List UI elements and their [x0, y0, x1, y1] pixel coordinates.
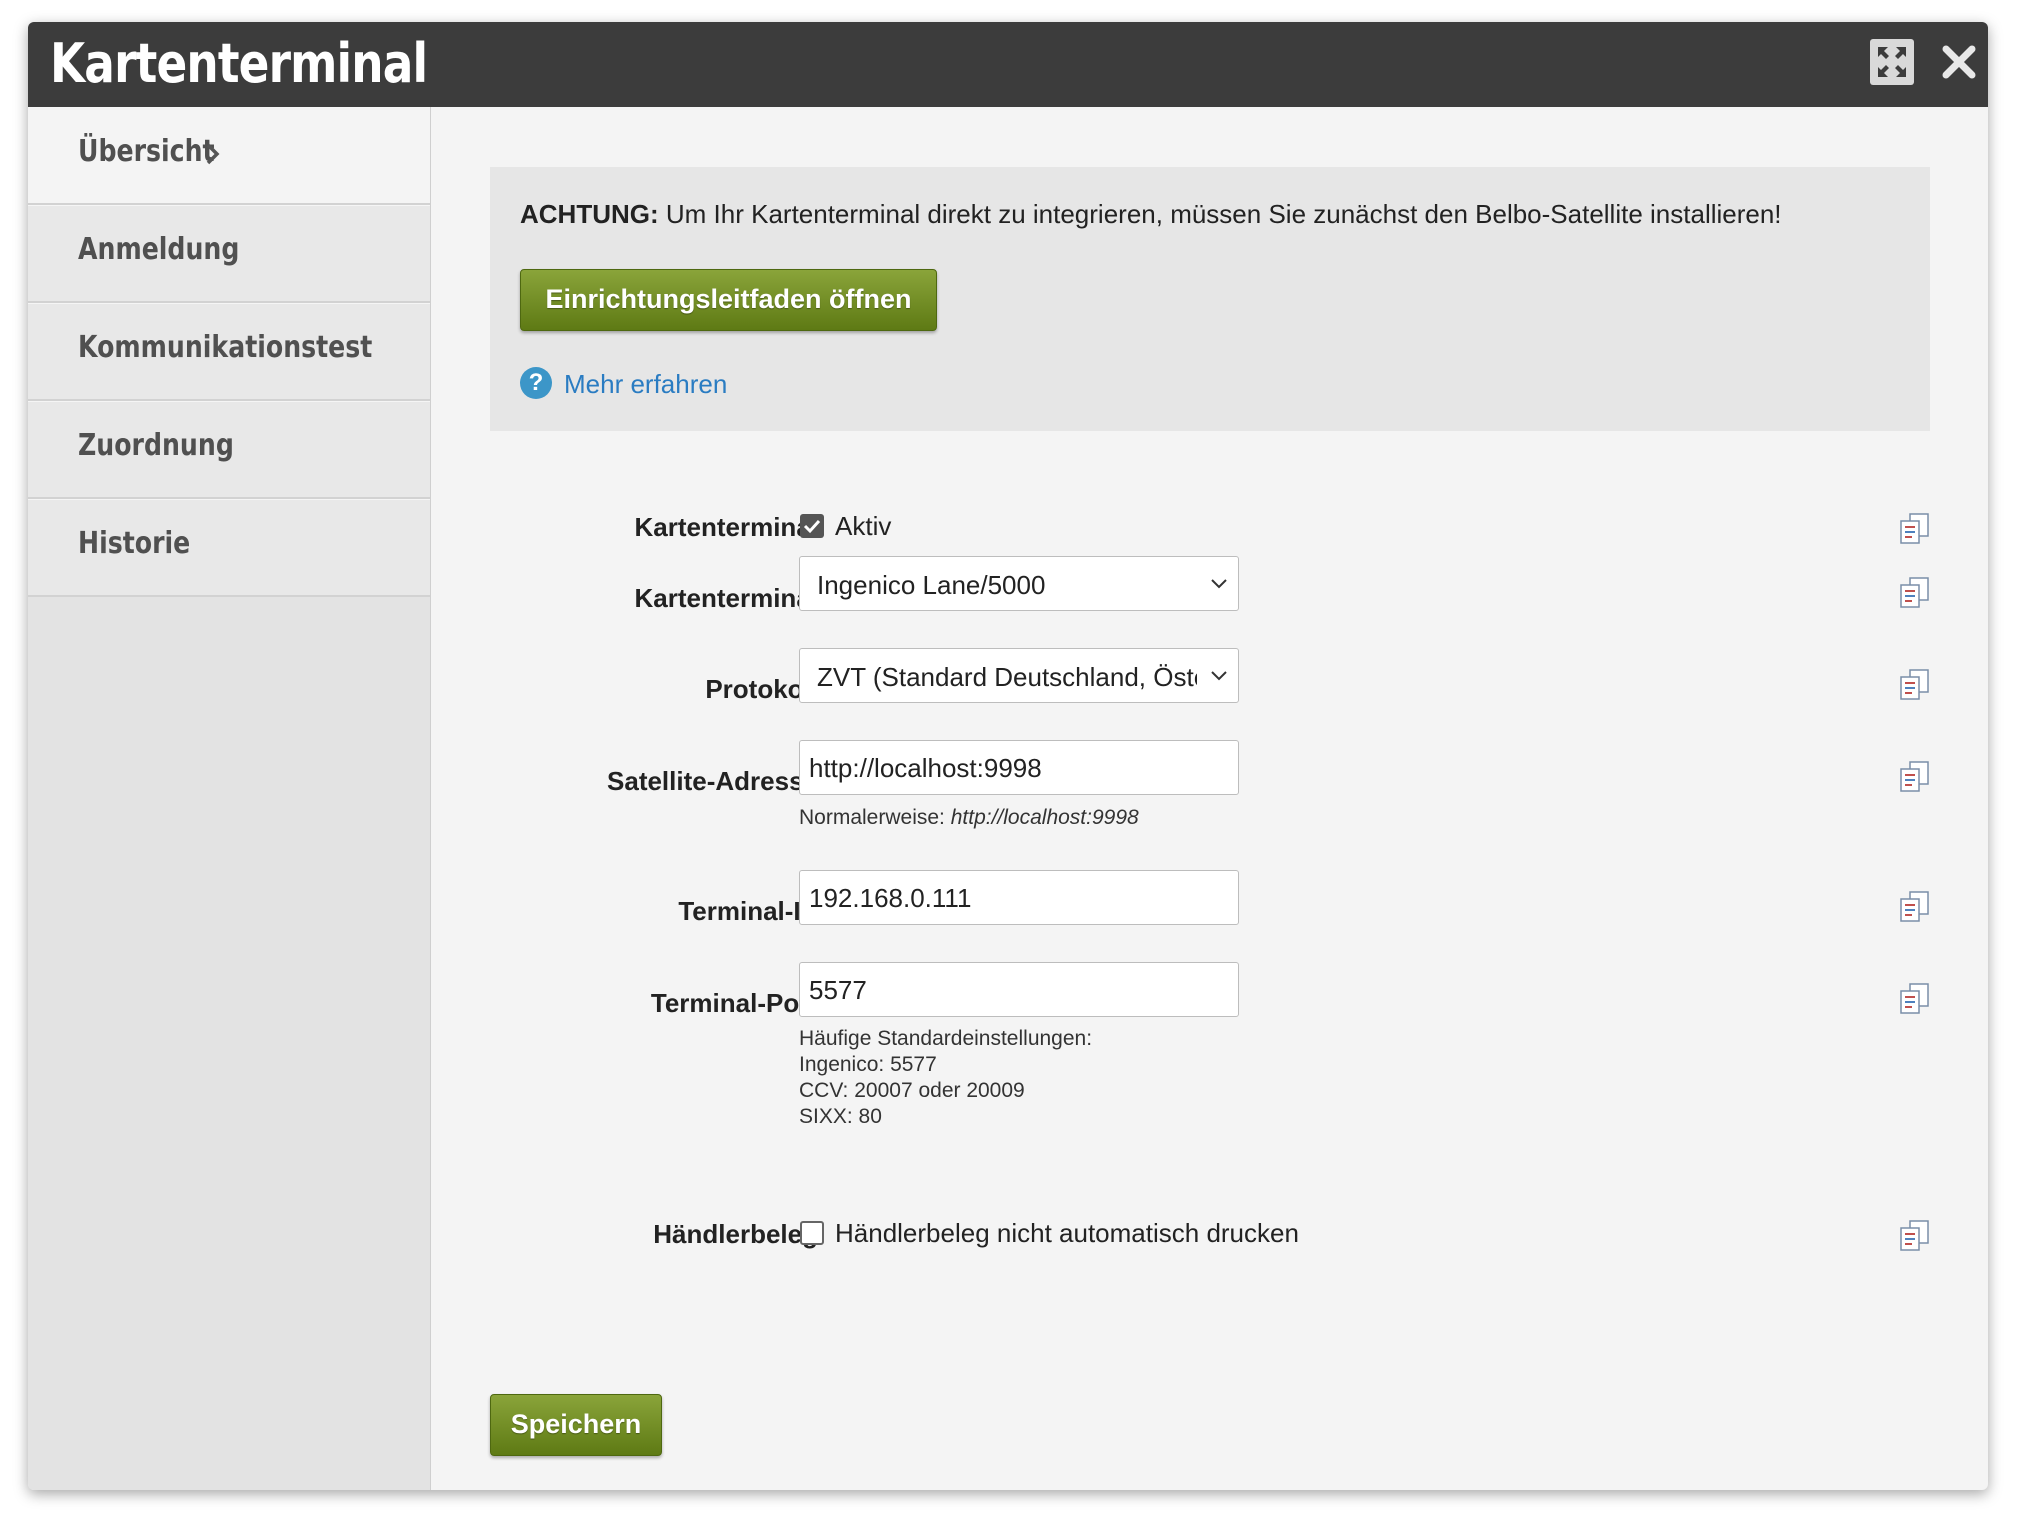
sidebar-item-anmeldung[interactable]: Anmeldung [28, 205, 430, 303]
terminal-ip-label: Terminal-IP [678, 896, 818, 926]
sidebar: Übersicht Anmeldung Kommunikationstest Z… [28, 107, 431, 1490]
save-button[interactable]: Speichern [490, 1394, 662, 1456]
copy-settings-icon[interactable] [1898, 576, 1932, 610]
notice-box: ACHTUNG: Um Ihr Kartenterminal direkt zu… [490, 167, 1930, 431]
help-icon: ? [520, 367, 552, 399]
notice-message: Um Ihr Kartenterminal direkt zu integrie… [658, 199, 1782, 229]
maximize-icon [1878, 47, 1906, 77]
merchant-receipt-checkbox[interactable] [800, 1221, 824, 1245]
sidebar-item-kommunikationstest[interactable]: Kommunikationstest [28, 303, 430, 401]
sidebar-item-historie[interactable]: Historie [28, 499, 430, 597]
terminal-port-label: Terminal-Port [650, 988, 818, 1018]
merchant-receipt-label: Händlerbeleg [653, 1219, 818, 1249]
terminal-port-input[interactable]: 5577 [799, 962, 1239, 1017]
active-label: Kartenterminal [634, 512, 819, 542]
sidebar-item-label: Übersicht [78, 134, 215, 169]
satellite-address-value: http://localhost:9998 [809, 753, 1042, 783]
sidebar-item-uebersicht[interactable]: Übersicht [28, 107, 430, 205]
active-checkbox[interactable] [800, 514, 824, 538]
port-hint-line: CCV: 20007 oder 20009 [799, 1079, 1025, 1102]
active-checkbox-label[interactable]: Aktiv [835, 511, 891, 542]
notice-bold: ACHTUNG: [520, 199, 659, 229]
checkmark-icon [803, 519, 821, 534]
chevron-down-icon [1211, 579, 1227, 589]
maximize-button[interactable] [1870, 39, 1914, 85]
terminal-ip-value: 192.168.0.111 [809, 883, 972, 913]
main-content: ACHTUNG: Um Ihr Kartenterminal direkt zu… [430, 107, 1988, 1490]
notice-text: ACHTUNG: Um Ihr Kartenterminal direkt zu… [520, 199, 1782, 230]
terminal-port-hints: Häufige Standardeinstellungen: Ingenico:… [799, 1026, 1092, 1130]
dialog-title: Kartenterminal [50, 32, 428, 95]
terminal-label: Kartenterminal [634, 583, 819, 613]
close-icon [1942, 45, 1976, 79]
kartenterminal-dialog: Kartenterminal Übersicht Anmeldung Kommu… [28, 22, 1988, 1490]
copy-settings-icon[interactable] [1898, 890, 1932, 924]
satellite-hint-value: http://localhost:9998 [950, 806, 1139, 829]
port-hint-line: Häufige Standardeinstellungen: [799, 1027, 1093, 1050]
terminal-select-value: Ingenico Lane/5000 [817, 570, 1046, 600]
sidebar-item-label: Anmeldung [78, 232, 240, 267]
chevron-right-icon [206, 143, 220, 165]
protocol-select[interactable]: ZVT (Standard Deutschland, Österreich) [799, 648, 1239, 703]
open-guide-button[interactable]: Einrichtungsleitfaden öffnen [520, 269, 937, 331]
port-hint-line: Ingenico: 5577 [799, 1053, 937, 1076]
protocol-select-value: ZVT (Standard Deutschland, Österreich) [817, 662, 1197, 692]
satellite-hint: Normalerweise: http://localhost:9998 [799, 805, 1139, 831]
sidebar-item-label: Historie [78, 526, 191, 561]
sidebar-item-label: Zuordnung [78, 428, 234, 463]
terminal-ip-input[interactable]: 192.168.0.111 [799, 870, 1239, 925]
copy-settings-icon[interactable] [1898, 1219, 1932, 1253]
satellite-hint-prefix: Normalerweise: [799, 806, 945, 829]
close-button[interactable] [1936, 39, 1982, 85]
terminal-select[interactable]: Ingenico Lane/5000 [799, 556, 1239, 611]
copy-settings-icon[interactable] [1898, 760, 1932, 794]
copy-settings-icon[interactable] [1898, 512, 1932, 546]
sidebar-item-label: Kommunikationstest [78, 330, 373, 365]
port-hint-line: SIXX: 80 [799, 1105, 882, 1128]
satellite-label: Satellite-Adresse [607, 766, 818, 796]
terminal-port-value: 5577 [809, 975, 867, 1005]
chevron-down-icon [1211, 671, 1227, 681]
satellite-address-input[interactable]: http://localhost:9998 [799, 740, 1239, 795]
titlebar: Kartenterminal [28, 22, 1988, 107]
copy-settings-icon[interactable] [1898, 668, 1932, 702]
copy-settings-icon[interactable] [1898, 982, 1932, 1016]
learn-more-link[interactable]: Mehr erfahren [564, 369, 727, 400]
merchant-receipt-checkbox-label[interactable]: Händlerbeleg nicht automatisch drucken [835, 1218, 1299, 1249]
sidebar-item-zuordnung[interactable]: Zuordnung [28, 401, 430, 499]
